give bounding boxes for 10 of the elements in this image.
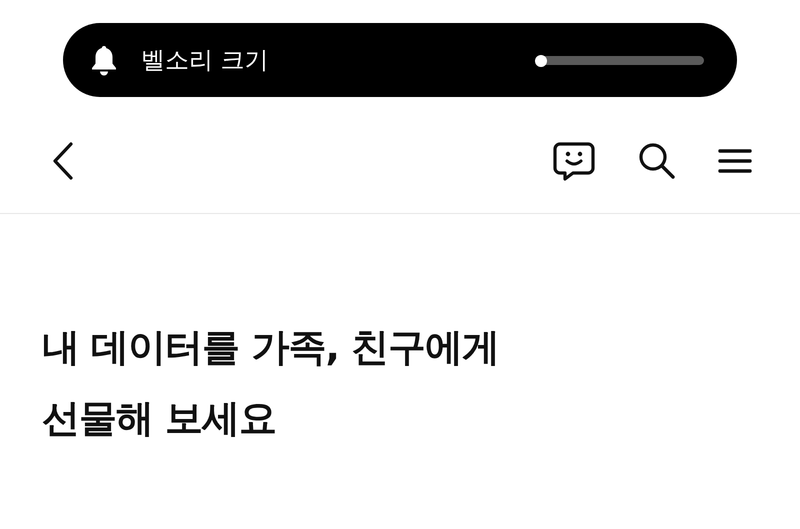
menu-icon[interactable]: [718, 148, 752, 174]
back-icon[interactable]: [52, 142, 74, 180]
smiley-chat-icon[interactable]: [552, 141, 596, 181]
volume-label: 벨소리 크기: [141, 45, 270, 76]
volume-slider[interactable]: [538, 56, 704, 64]
search-icon[interactable]: [638, 142, 676, 180]
bell-icon: [89, 44, 119, 76]
headline: 내 데이터를 가족, 친구에게: [42, 324, 500, 371]
volume-thumb[interactable]: [535, 54, 548, 66]
headline: 선물해 보세요: [42, 395, 278, 442]
